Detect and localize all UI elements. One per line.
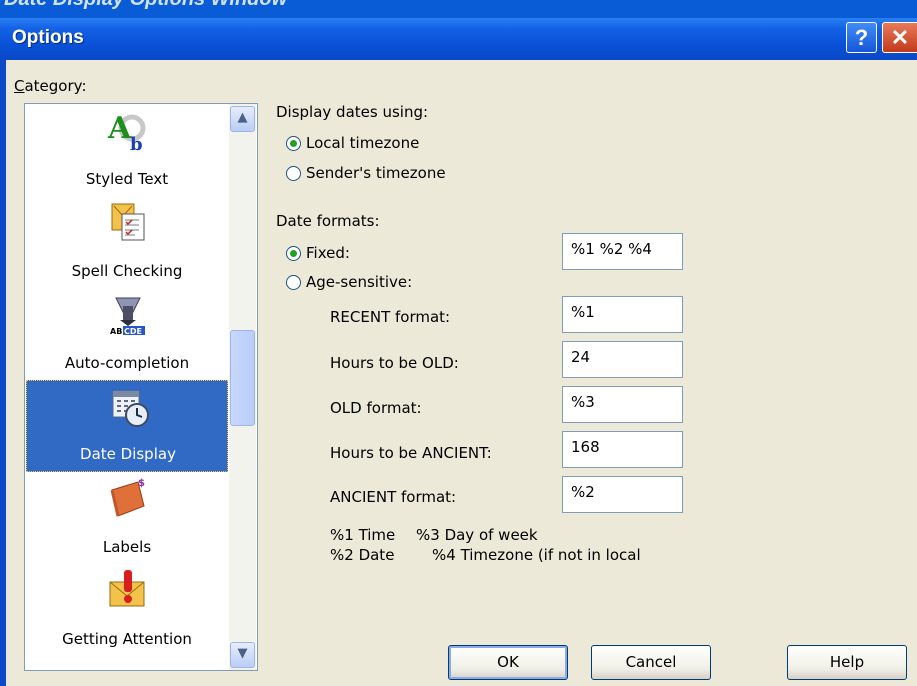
- hours-ancient-field[interactable]: 168: [562, 431, 683, 468]
- scroll-up-icon[interactable]: ▲: [230, 106, 255, 132]
- legend-time: %1 Time: [330, 526, 396, 544]
- labels-icon: $: [110, 478, 145, 517]
- category-item-auto-completion[interactable]: AB CDE Auto-completion: [26, 288, 228, 380]
- ancient-format-field[interactable]: %2: [562, 476, 683, 513]
- category-list[interactable]: A b Styled Text Spell Checking AB CDE Au…: [24, 103, 258, 671]
- sender-timezone-label[interactable]: Sender's timezone: [306, 164, 446, 182]
- old-format-label: OLD format:: [330, 399, 422, 417]
- hours-ancient-label: Hours to be ANCIENT:: [330, 444, 492, 462]
- svg-text:b: b: [130, 134, 143, 152]
- window-left-border: [0, 60, 6, 686]
- category-item-labels[interactable]: $ Labels: [26, 472, 228, 564]
- getting-attention-icon: [109, 570, 145, 607]
- category-label-text: Auto-completion: [64, 354, 190, 372]
- styled-text-icon: A b: [107, 111, 146, 152]
- category-item-getting-attention[interactable]: Getting Attention: [26, 564, 228, 656]
- category-item-spell-checking[interactable]: Spell Checking: [26, 196, 228, 288]
- legend-date: %2 Date: [330, 546, 395, 564]
- svg-text:$: $: [138, 478, 145, 489]
- top-blue-strip: Date Display Options Window: [0, 0, 917, 18]
- auto-completion-icon: AB CDE: [110, 297, 145, 336]
- category-label-text: Styled Text: [85, 170, 169, 188]
- window-title: Options: [12, 27, 84, 48]
- local-timezone-label[interactable]: Local timezone: [306, 134, 419, 152]
- category-label-text: Spell Checking: [71, 262, 183, 280]
- ok-button[interactable]: OK: [448, 645, 568, 680]
- close-icon[interactable]: ✕: [882, 22, 917, 53]
- recent-format-label: RECENT format:: [330, 308, 451, 326]
- spell-checking-icon: [111, 203, 145, 241]
- scrollbar-thumb[interactable]: [230, 330, 255, 426]
- recent-format-field[interactable]: %1: [562, 296, 683, 333]
- title-bar: [0, 18, 917, 60]
- cancel-button[interactable]: Cancel: [591, 645, 711, 680]
- category-item-styled-text[interactable]: A b Styled Text: [26, 104, 228, 196]
- sender-timezone-radio[interactable]: [286, 166, 301, 181]
- svg-text:CDE: CDE: [124, 327, 142, 336]
- help-icon[interactable]: ?: [846, 22, 877, 53]
- cut-off-page-title: Date Display Options Window: [4, 0, 287, 11]
- fixed-label[interactable]: Fixed:: [306, 244, 350, 262]
- category-label-text: Date Display: [80, 445, 176, 463]
- hours-old-label: Hours to be OLD:: [330, 354, 459, 372]
- fixed-radio[interactable]: [286, 246, 301, 261]
- local-timezone-radio[interactable]: [286, 136, 301, 151]
- category-label-text: Labels: [102, 538, 152, 556]
- legend-day: %3 Day of week: [416, 526, 538, 544]
- ancient-format-label: ANCIENT format:: [330, 488, 457, 506]
- date-display-icon: [112, 390, 149, 427]
- scroll-down-icon[interactable]: ▼: [230, 642, 255, 668]
- age-sensitive-label[interactable]: Age-sensitive:: [306, 273, 412, 291]
- hours-old-field[interactable]: 24: [562, 341, 683, 378]
- category-scrollbar[interactable]: ▲ ▼: [229, 104, 256, 670]
- svg-text:AB: AB: [110, 327, 122, 336]
- fixed-format-field[interactable]: %1 %2 %4: [562, 233, 683, 270]
- help-button[interactable]: Help: [787, 645, 907, 680]
- category-label: Category:: [14, 77, 87, 95]
- display-dates-heading: Display dates using:: [276, 103, 429, 121]
- old-format-field[interactable]: %3: [562, 386, 683, 423]
- svg-text:A: A: [107, 111, 132, 146]
- legend-timezone: %4 Timezone (if not in local: [432, 546, 641, 564]
- category-item-date-display[interactable]: Date Display: [26, 380, 228, 472]
- date-formats-heading: Date formats:: [276, 212, 380, 230]
- category-label-text: Getting Attention: [62, 630, 192, 648]
- age-sensitive-radio[interactable]: [286, 275, 301, 290]
